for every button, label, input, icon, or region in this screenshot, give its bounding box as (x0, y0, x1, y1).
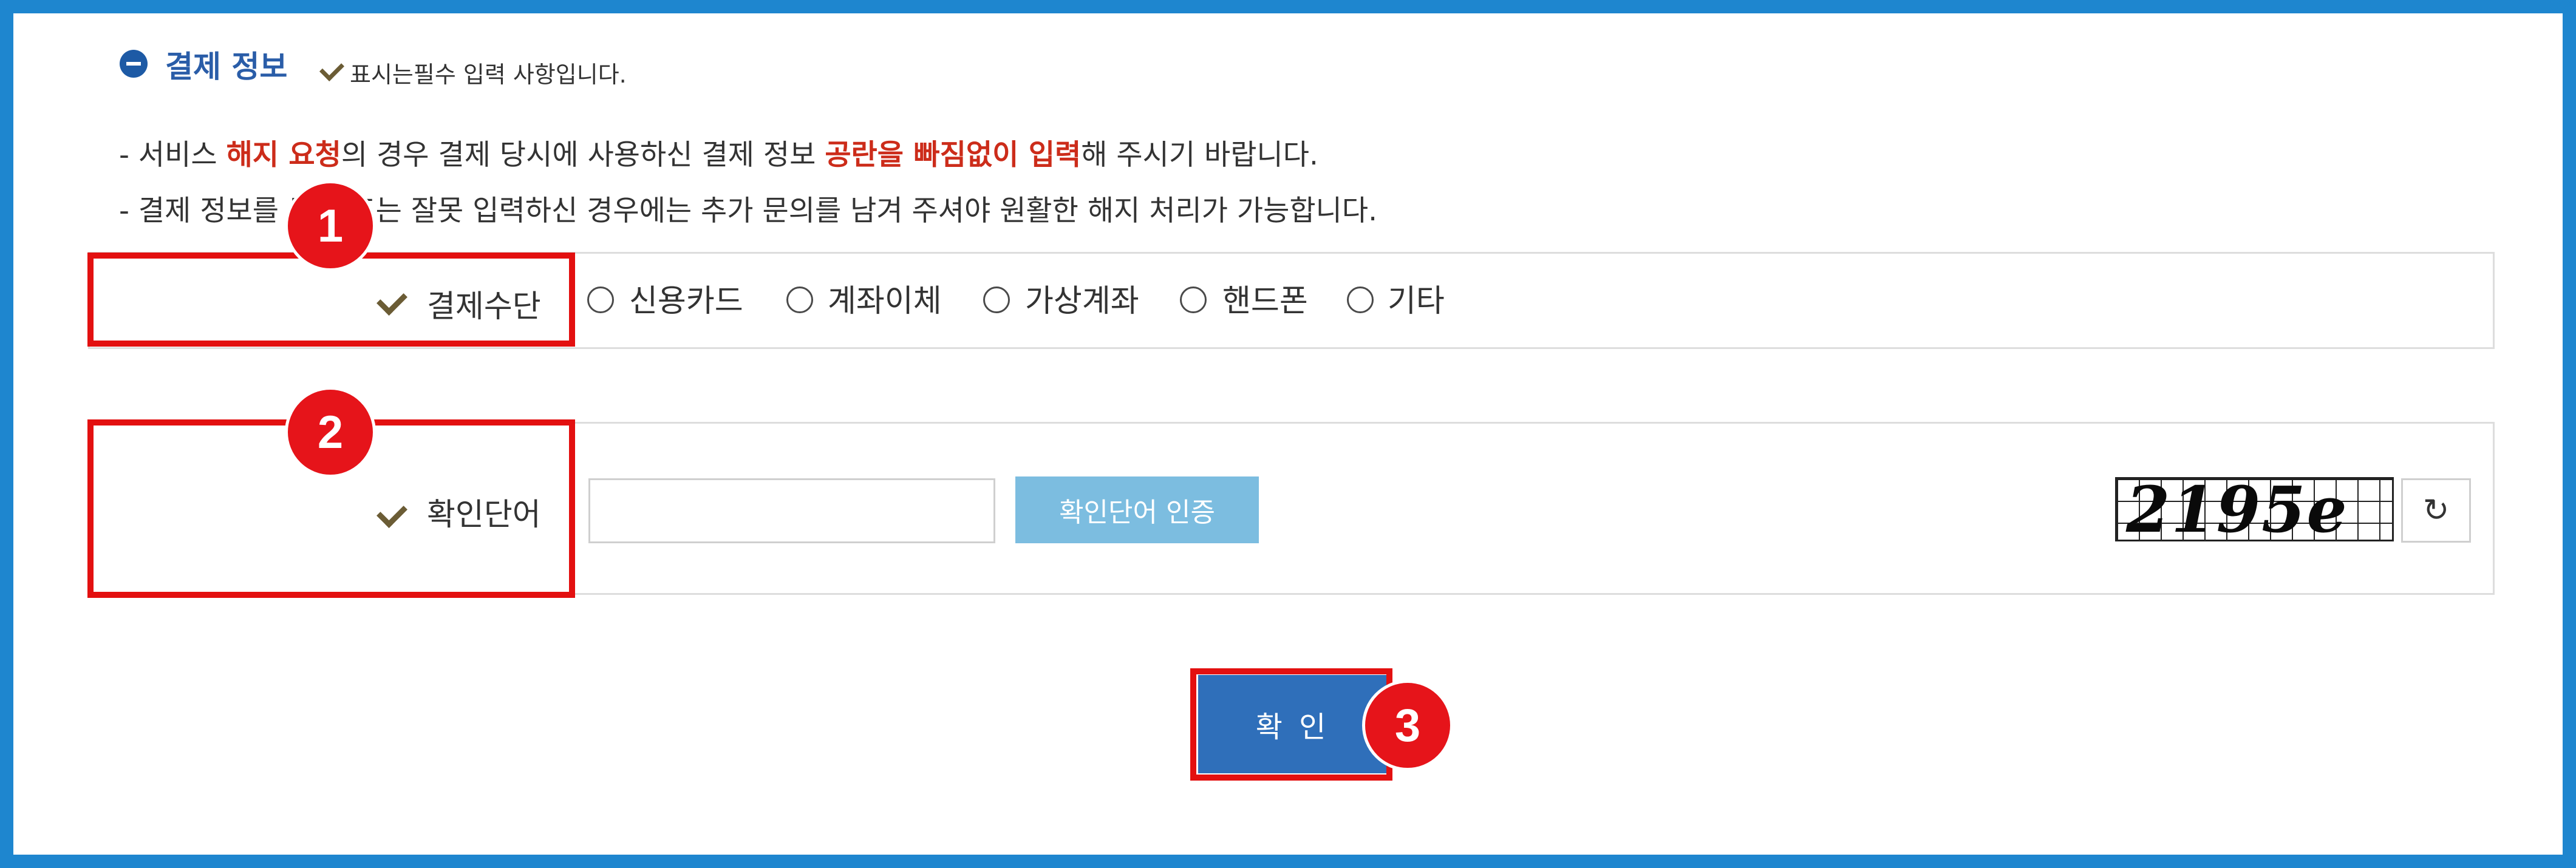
refresh-icon: ↻ (2422, 492, 2450, 529)
step-badge-3: 3 (1362, 680, 1453, 771)
radio-label-bank-transfer[interactable]: 계좌이체 (828, 276, 942, 320)
step-badge-2: 2 (285, 387, 376, 478)
section-title: 결제 정보 (165, 49, 288, 84)
step-badge-1: 1 (285, 180, 376, 271)
notice-text: - 서비스 (119, 138, 227, 172)
notice-text: 해 주시기 바랍니다. (1081, 138, 1318, 172)
radio-label-virtual-account[interactable]: 가상계좌 (1025, 276, 1139, 320)
refresh-captcha-button[interactable]: ↻ (2401, 478, 2471, 543)
required-note: 표시는필수 입력 사항입니다. (350, 61, 627, 88)
radio-virtual-account[interactable] (983, 287, 1010, 313)
notice-line-1: - 서비스 해지 요청의 경우 결제 당시에 사용하신 결제 정보 공란을 빠짐… (119, 131, 1318, 173)
collapse-icon[interactable] (120, 50, 148, 78)
required-check-icon (319, 56, 345, 82)
radio-label-other[interactable]: 기타 (1388, 276, 1445, 320)
radio-other[interactable] (1347, 287, 1374, 313)
notice-text: 의 경우 결제 당시에 사용하신 결제 정보 (341, 138, 825, 172)
radio-label-credit-card[interactable]: 신용카드 (629, 276, 743, 320)
captcha-input[interactable] (588, 478, 995, 543)
radio-label-mobile-phone[interactable]: 핸드폰 (1222, 276, 1308, 320)
radio-mobile-phone[interactable] (1180, 287, 1207, 313)
radio-credit-card[interactable] (587, 287, 614, 313)
radio-bank-transfer[interactable] (786, 287, 813, 313)
captcha-image-text: 2195e (2126, 477, 2348, 541)
verify-captcha-button[interactable]: 확인단어 인증 (1015, 476, 1259, 543)
notice-emphasis: 해지 요청 (226, 138, 341, 172)
captcha-image: 2195e (2115, 477, 2394, 541)
notice-emphasis: 공란을 빠짐없이 입력 (825, 138, 1082, 172)
